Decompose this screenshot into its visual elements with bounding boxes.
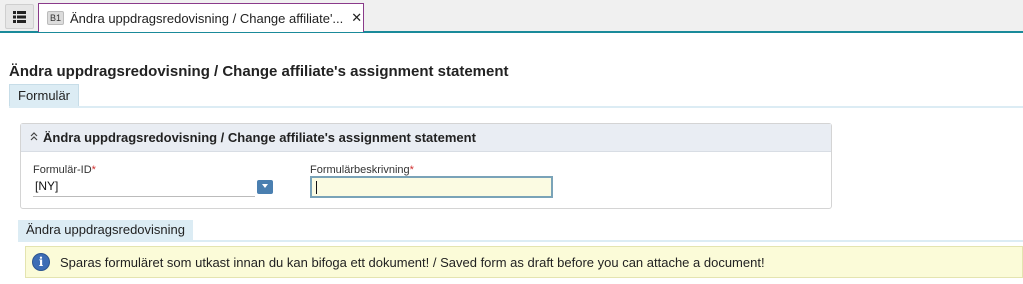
tab-andra-uppdragsredovisning[interactable]: Ändra uppdragsredovisning <box>18 220 193 240</box>
info-icon: i <box>32 253 50 271</box>
lookup-button[interactable] <box>257 180 273 194</box>
form-id-label: Formulär-ID* <box>33 164 96 176</box>
form-id-field[interactable]: [NY] <box>33 177 255 197</box>
menu-button[interactable] <box>5 4 34 29</box>
info-message: Sparas formuläret som utkast innan du ka… <box>60 254 765 270</box>
form-description-label: Formulärbeskrivning* <box>310 164 414 176</box>
section-divider <box>9 106 1023 108</box>
tab-badge: B1 <box>47 11 65 25</box>
tab-bar: B1 Ändra uppdragsredovisning / Change af… <box>0 0 1023 33</box>
text-cursor <box>316 181 317 195</box>
info-message-bar: i Sparas formuläret som utkast innan du … <box>25 246 1023 278</box>
required-marker: * <box>409 164 414 176</box>
collapse-icon[interactable] <box>30 131 38 144</box>
tab-title: Ändra uppdragsredovisning / Change affil… <box>70 10 344 26</box>
close-icon[interactable]: ✕ <box>351 10 362 26</box>
form-panel: Ändra uppdragsredovisning / Change affil… <box>20 123 832 209</box>
tab-formular[interactable]: Formulär <box>9 84 80 106</box>
list-icon <box>13 10 26 23</box>
document-tab[interactable]: B1 Ändra uppdragsredovisning / Change af… <box>38 3 364 32</box>
sub-divider <box>18 240 1023 242</box>
panel-header[interactable]: Ändra uppdragsredovisning / Change affil… <box>21 124 831 152</box>
required-marker: * <box>91 164 96 176</box>
panel-title: Ändra uppdragsredovisning / Change affil… <box>43 130 476 145</box>
form-description-field[interactable] <box>310 176 553 198</box>
page-title: Ändra uppdragsredovisning / Change affil… <box>9 63 509 80</box>
